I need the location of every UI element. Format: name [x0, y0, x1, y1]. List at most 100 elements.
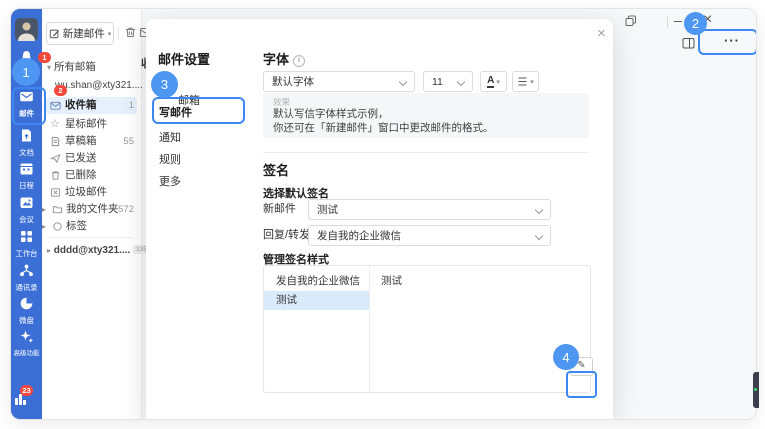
font-family-select[interactable]: 默认字体	[263, 71, 415, 92]
star-icon: ☆	[50, 116, 60, 133]
settings-nav-rules[interactable]: 规则	[159, 151, 181, 167]
new-mail-label: 新邮件	[263, 199, 296, 220]
sidebar-item-calendar[interactable]: 日程	[11, 161, 42, 190]
restore-window-icon[interactable]	[625, 15, 637, 27]
font-size-select[interactable]: 11	[423, 71, 473, 92]
grid-icon	[19, 229, 34, 244]
new-mail-signature-select[interactable]: 测试	[308, 199, 551, 220]
avatar-image	[15, 18, 38, 41]
caret-down-icon: ▾	[530, 78, 534, 86]
font-preview-box: 效果 默认写信字体样式示例， 你还可在「新建邮件」窗口中更改邮件的格式。	[263, 93, 589, 138]
reading-pane-layout-icon[interactable]	[682, 37, 695, 50]
sidebar-item-contacts[interactable]: 通讯录	[11, 263, 42, 292]
folder-starred[interactable]: ☆ 星标邮件	[46, 116, 137, 133]
folder-icon	[52, 204, 63, 215]
folder-inbox[interactable]: 收件箱 1	[46, 97, 137, 114]
document-icon	[19, 128, 34, 143]
account-secondary[interactable]: ▸ dddd@xty321.... 135	[47, 245, 150, 256]
rail-label-workbench: 工作台	[12, 249, 41, 257]
signature-content-preview: 测试	[381, 273, 402, 288]
meeting-icon	[19, 195, 34, 210]
account-secondary-label: dddd@xty321....	[54, 245, 130, 256]
highlight-box-edit-button	[566, 371, 597, 398]
annotation-step-4: 4	[553, 344, 579, 370]
notifications-badge: 1	[38, 52, 51, 63]
rail-label-advanced: 高级功能	[12, 349, 41, 357]
dialog-close-icon[interactable]: ×	[597, 25, 606, 42]
account-primary[interactable]: wu.shan@xty321....	[55, 80, 143, 91]
sparkle-icon	[19, 329, 34, 344]
line-spacing-icon	[517, 76, 528, 87]
compose-caret-icon: ▾	[108, 30, 112, 38]
annotation-step-3: 3	[151, 71, 178, 98]
sidebar-item-docs[interactable]: 文档	[11, 128, 42, 157]
font-family-value: 默认字体	[272, 76, 314, 88]
my-folders-count: 572	[118, 201, 134, 218]
line-spacing-button[interactable]: ▾	[512, 71, 539, 92]
settings-nav-notifications[interactable]: 通知	[159, 129, 181, 145]
folder-divider	[47, 237, 133, 238]
highlight-box-mail-item	[12, 87, 46, 125]
sent-icon	[50, 153, 61, 164]
caret-down-icon: ▾	[496, 78, 500, 86]
reply-forward-signature-select[interactable]: 发自我的企业微信	[308, 225, 551, 246]
chevron-down-icon	[535, 206, 543, 214]
folder-deleted[interactable]: 已删除	[46, 167, 137, 184]
compose-icon	[49, 28, 60, 39]
settings-nav-more[interactable]: 更多	[159, 173, 181, 189]
signature-list-item[interactable]: 发自我的企业微信	[264, 272, 369, 291]
folder-group-all[interactable]: ▾ 所有邮箱	[47, 59, 96, 74]
preview-line-1: 默认写信字体样式示例，	[273, 108, 579, 122]
screenshot-stage: 邮件 文档 日程	[0, 0, 765, 429]
sidebar-item-workbench[interactable]: 工作台	[11, 229, 42, 258]
signature-list: 发自我的企业微信 测试	[264, 266, 370, 392]
background-window-sliver	[753, 372, 759, 408]
folder-my-folders[interactable]: ▸ 我的文件夹 572	[46, 201, 137, 218]
folder-junk[interactable]: 垃圾邮件	[46, 184, 137, 201]
mail-badge: 2	[54, 85, 67, 96]
signature-list-item-selected[interactable]: 测试	[264, 291, 369, 310]
controls-separator	[667, 17, 668, 28]
inbox-icon	[50, 100, 61, 111]
calendar-icon	[19, 161, 34, 176]
minimize-icon[interactable]: –	[674, 12, 682, 28]
expand-caret-icon: ▸	[42, 218, 46, 235]
font-size-value: 11	[432, 76, 443, 88]
drive-icon	[19, 296, 34, 311]
apps-badge: 23	[20, 385, 33, 396]
collapse-caret-icon: ▾	[47, 63, 51, 72]
mail-settings-dialog: × 邮件设置 邮箱 写邮件 通知 规则 更多 字体i 默认字体 11 A	[146, 19, 613, 419]
folder-tags[interactable]: ▸ 标签	[46, 218, 137, 235]
deleted-icon	[50, 170, 61, 181]
reply-forward-label: 回复/转发	[263, 225, 310, 246]
rail-label-calendar: 日程	[12, 181, 41, 189]
folder-sent[interactable]: 已发送	[46, 150, 137, 167]
expand-caret-icon: ▸	[42, 201, 46, 218]
org-chart-icon	[19, 263, 34, 278]
rail-label-meeting: 会议	[12, 215, 41, 223]
app-window: 邮件 文档 日程	[10, 8, 757, 420]
font-heading-text: 字体	[263, 52, 289, 67]
toolbar-separator	[118, 26, 119, 39]
compose-label: 新建邮件	[63, 26, 105, 41]
rail-label-contacts: 通讯录	[12, 283, 41, 291]
new-mail-signature-value: 测试	[317, 204, 338, 216]
chevron-down-icon	[457, 78, 465, 86]
drafts-count: 55	[123, 133, 134, 150]
compose-button[interactable]: 新建邮件 ▾	[46, 22, 114, 45]
sidebar-item-meeting[interactable]: 会议	[11, 195, 42, 224]
folder-group-label: 所有邮箱	[54, 61, 96, 73]
delete-icon[interactable]	[124, 26, 137, 39]
sidebar-item-advanced[interactable]: 高级功能	[11, 329, 42, 358]
reply-forward-signature-value: 发自我的企业微信	[317, 230, 401, 242]
font-color-button[interactable]: A ▾	[480, 71, 507, 92]
avatar[interactable]	[11, 18, 42, 46]
font-color-letter: A	[487, 75, 494, 88]
draft-icon	[50, 136, 61, 147]
info-icon: i	[293, 55, 305, 67]
folder-drafts[interactable]: 草稿箱 55	[46, 133, 137, 150]
highlight-box-more-button	[698, 29, 757, 55]
sidebar-item-drive[interactable]: 微盘	[11, 296, 42, 325]
unread-count: 1	[129, 97, 134, 114]
rail-label-drive: 微盘	[12, 316, 41, 324]
